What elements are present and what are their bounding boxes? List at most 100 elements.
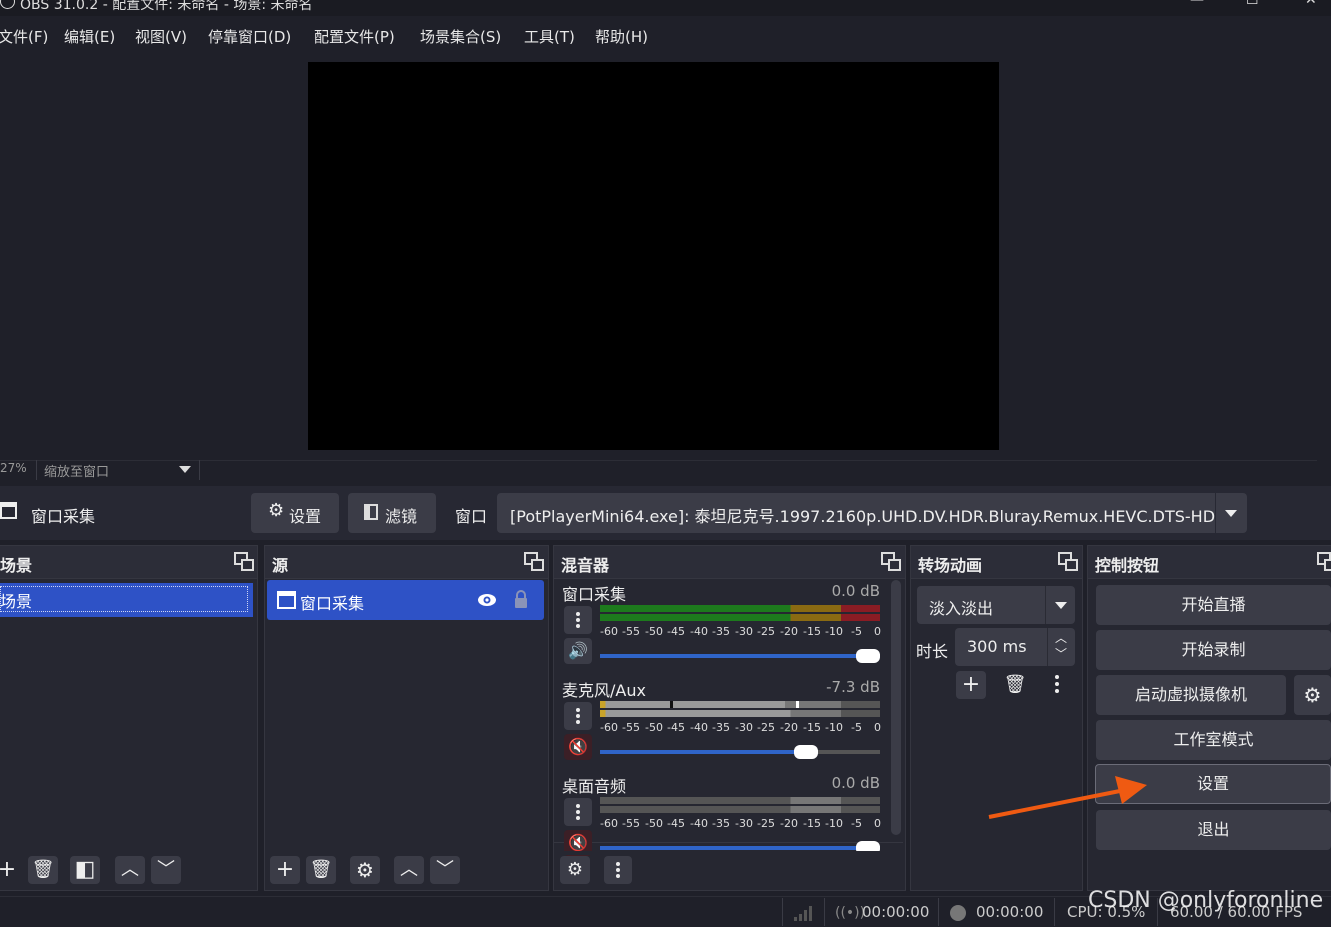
menu-view[interactable]: 视图(V) bbox=[135, 26, 187, 47]
menu-profile[interactable]: 配置文件(P) bbox=[314, 26, 395, 47]
mixer-clip bbox=[554, 851, 889, 855]
scene-filters-icon[interactable]: ◧ bbox=[70, 856, 100, 884]
preview-canvas[interactable] bbox=[308, 62, 999, 450]
channel-name: 桌面音频 bbox=[562, 777, 627, 796]
chevron-down-icon[interactable]: ﹀ bbox=[1055, 645, 1067, 662]
volume-fill bbox=[600, 654, 880, 658]
scene-list-item[interactable]: 场景 bbox=[0, 583, 253, 617]
meter-tick-label: 0 bbox=[874, 817, 881, 830]
sources-title: 源 bbox=[272, 556, 289, 575]
start-recording-button[interactable]: 开始录制 bbox=[1096, 630, 1331, 670]
menu-file[interactable]: 文件(F) bbox=[0, 26, 48, 47]
studio-mode-button[interactable]: 工作室模式 bbox=[1096, 720, 1331, 760]
move-down-icon[interactable]: ﹀ bbox=[151, 856, 181, 884]
window-label: 窗口 bbox=[455, 507, 488, 526]
source-filters-button[interactable]: 滤镜 bbox=[348, 493, 436, 533]
meter-tick-label: -25 bbox=[757, 817, 775, 830]
meter-scale: -60 -55 -50 -45 -40 -35 -30 -25 -20 -15 -10 -5 0 bbox=[600, 625, 882, 639]
undock-icon[interactable] bbox=[524, 552, 544, 571]
menu-help[interactable]: 帮助(H) bbox=[595, 26, 648, 47]
audio-meter bbox=[600, 710, 880, 717]
menu-bar: 文件(F) 编辑(E) 视图(V) 停靠窗口(D) 配置文件(P) 场景集合(S… bbox=[0, 16, 1331, 52]
transitions-title: 转场动画 bbox=[918, 556, 983, 575]
meter-tick-label: -20 bbox=[780, 817, 798, 830]
meter-scale: -60 -55 -50 -45 -40 -35 -30 -25 -20 -15 -10 -5 0 bbox=[600, 721, 882, 735]
volume-handle[interactable] bbox=[856, 649, 880, 663]
source-settings-button[interactable]: ⚙ 设置 bbox=[251, 493, 339, 533]
annotation-arrow bbox=[988, 776, 1147, 819]
record-status-icon bbox=[950, 905, 966, 921]
transition-type: 淡入淡出 bbox=[929, 599, 994, 618]
menu-docks[interactable]: 停靠窗口(D) bbox=[208, 26, 291, 47]
meter-tick-label: -55 bbox=[622, 817, 640, 830]
mixer-menu-icon[interactable] bbox=[604, 856, 632, 884]
lock-icon[interactable] bbox=[513, 589, 529, 609]
zoom-percent: 27% bbox=[0, 461, 27, 475]
chevron-up-icon[interactable]: ︿ bbox=[1055, 629, 1067, 646]
transitions-dock: 转场动画 淡入淡出 时长 300 ms ︿ ﹀ + 🗑 bbox=[910, 545, 1083, 891]
transition-select[interactable]: 淡入淡出 bbox=[917, 586, 1075, 624]
meter-tick-label: 0 bbox=[874, 625, 881, 638]
minimize-icon[interactable]: — bbox=[1190, 0, 1204, 8]
maximize-icon[interactable]: ☐ bbox=[1246, 0, 1259, 8]
mixer-title: 混音器 bbox=[561, 556, 610, 575]
start-virtual-camera-button[interactable]: 启动虚拟摄像机 bbox=[1096, 675, 1286, 715]
transition-menu-icon[interactable] bbox=[1043, 671, 1071, 699]
audio-meter bbox=[600, 605, 880, 612]
move-down-icon[interactable]: ﹀ bbox=[430, 856, 460, 884]
gears-icon[interactable]: ⚙ bbox=[560, 856, 590, 884]
meter-tick-label: -55 bbox=[622, 625, 640, 638]
menu-scene-collection[interactable]: 场景集合(S) bbox=[420, 26, 501, 47]
trash-icon[interactable]: 🗑 bbox=[306, 856, 336, 884]
undock-icon[interactable] bbox=[1317, 552, 1331, 571]
duration-value: 300 ms bbox=[967, 637, 1027, 656]
muted-speaker-icon[interactable]: 🔇 bbox=[564, 734, 592, 760]
undock-icon[interactable] bbox=[1058, 552, 1078, 571]
move-up-icon[interactable]: ︿ bbox=[394, 856, 424, 884]
scene-item-label: 场景 bbox=[0, 592, 33, 611]
mixer-scrollbar[interactable] bbox=[891, 580, 901, 835]
close-icon[interactable]: ✕ bbox=[1305, 0, 1317, 8]
channel-name: 窗口采集 bbox=[562, 585, 627, 604]
channel-name: 麦克风/Aux bbox=[562, 681, 646, 700]
add-transition-icon[interactable]: + bbox=[956, 671, 986, 699]
trash-icon[interactable]: 🗑 bbox=[28, 856, 58, 884]
preview-scrollbar[interactable] bbox=[1317, 52, 1331, 482]
meter-tick-label: -15 bbox=[803, 625, 821, 638]
window-select-dropdown-icon[interactable] bbox=[1216, 493, 1247, 533]
volume-handle[interactable] bbox=[794, 745, 818, 759]
duration-spinbox[interactable]: 300 ms ︿ ﹀ bbox=[955, 628, 1075, 666]
meter-tick-label: -20 bbox=[780, 625, 798, 638]
stream-time: 00:00:00 bbox=[862, 903, 930, 921]
undock-icon[interactable] bbox=[234, 552, 254, 571]
channel-menu-icon[interactable] bbox=[564, 606, 592, 634]
source-list-item[interactable]: 窗口采集 bbox=[267, 580, 544, 620]
channel-db: -7.3 dB bbox=[826, 678, 880, 696]
window-select[interactable]: [PotPlayerMini64.exe]: 泰坦尼克号.1997.2160p.… bbox=[497, 493, 1215, 533]
meter-tick-label: -50 bbox=[645, 817, 663, 830]
eye-icon[interactable] bbox=[477, 592, 497, 608]
move-up-icon[interactable]: ︿ bbox=[115, 856, 145, 884]
watermark: CSDN @onlyforonline bbox=[1088, 888, 1324, 913]
gear-icon[interactable]: ⚙ bbox=[1294, 675, 1331, 715]
add-source-icon[interactable]: + bbox=[270, 856, 300, 884]
gear-icon[interactable]: ⚙ bbox=[350, 856, 380, 884]
add-scene-icon[interactable]: + bbox=[0, 856, 22, 884]
meter-tick-label: 0 bbox=[874, 721, 881, 734]
speaker-icon[interactable]: 🔊 bbox=[564, 638, 592, 664]
controls-title: 控制按钮 bbox=[1095, 556, 1160, 575]
channel-db: 0.0 dB bbox=[831, 774, 880, 792]
channel-menu-icon[interactable] bbox=[564, 702, 592, 730]
trash-icon[interactable]: 🗑 bbox=[1000, 671, 1030, 699]
menu-edit[interactable]: 编辑(E) bbox=[64, 26, 115, 47]
audio-meter bbox=[600, 806, 880, 813]
scenes-dock: 场景 场景 + 🗑 ◧ ︿ ﹀ bbox=[0, 545, 258, 891]
meter-tick-label: -10 bbox=[825, 721, 843, 734]
channel-menu-icon[interactable] bbox=[564, 798, 592, 826]
start-streaming-button[interactable]: 开始直播 bbox=[1096, 585, 1331, 625]
chevron-down-icon[interactable] bbox=[179, 466, 191, 473]
undock-icon[interactable] bbox=[881, 552, 901, 571]
meter-tick-label: -35 bbox=[712, 817, 730, 830]
menu-tools[interactable]: 工具(T) bbox=[524, 26, 575, 47]
meter-tick-label: -15 bbox=[803, 721, 821, 734]
